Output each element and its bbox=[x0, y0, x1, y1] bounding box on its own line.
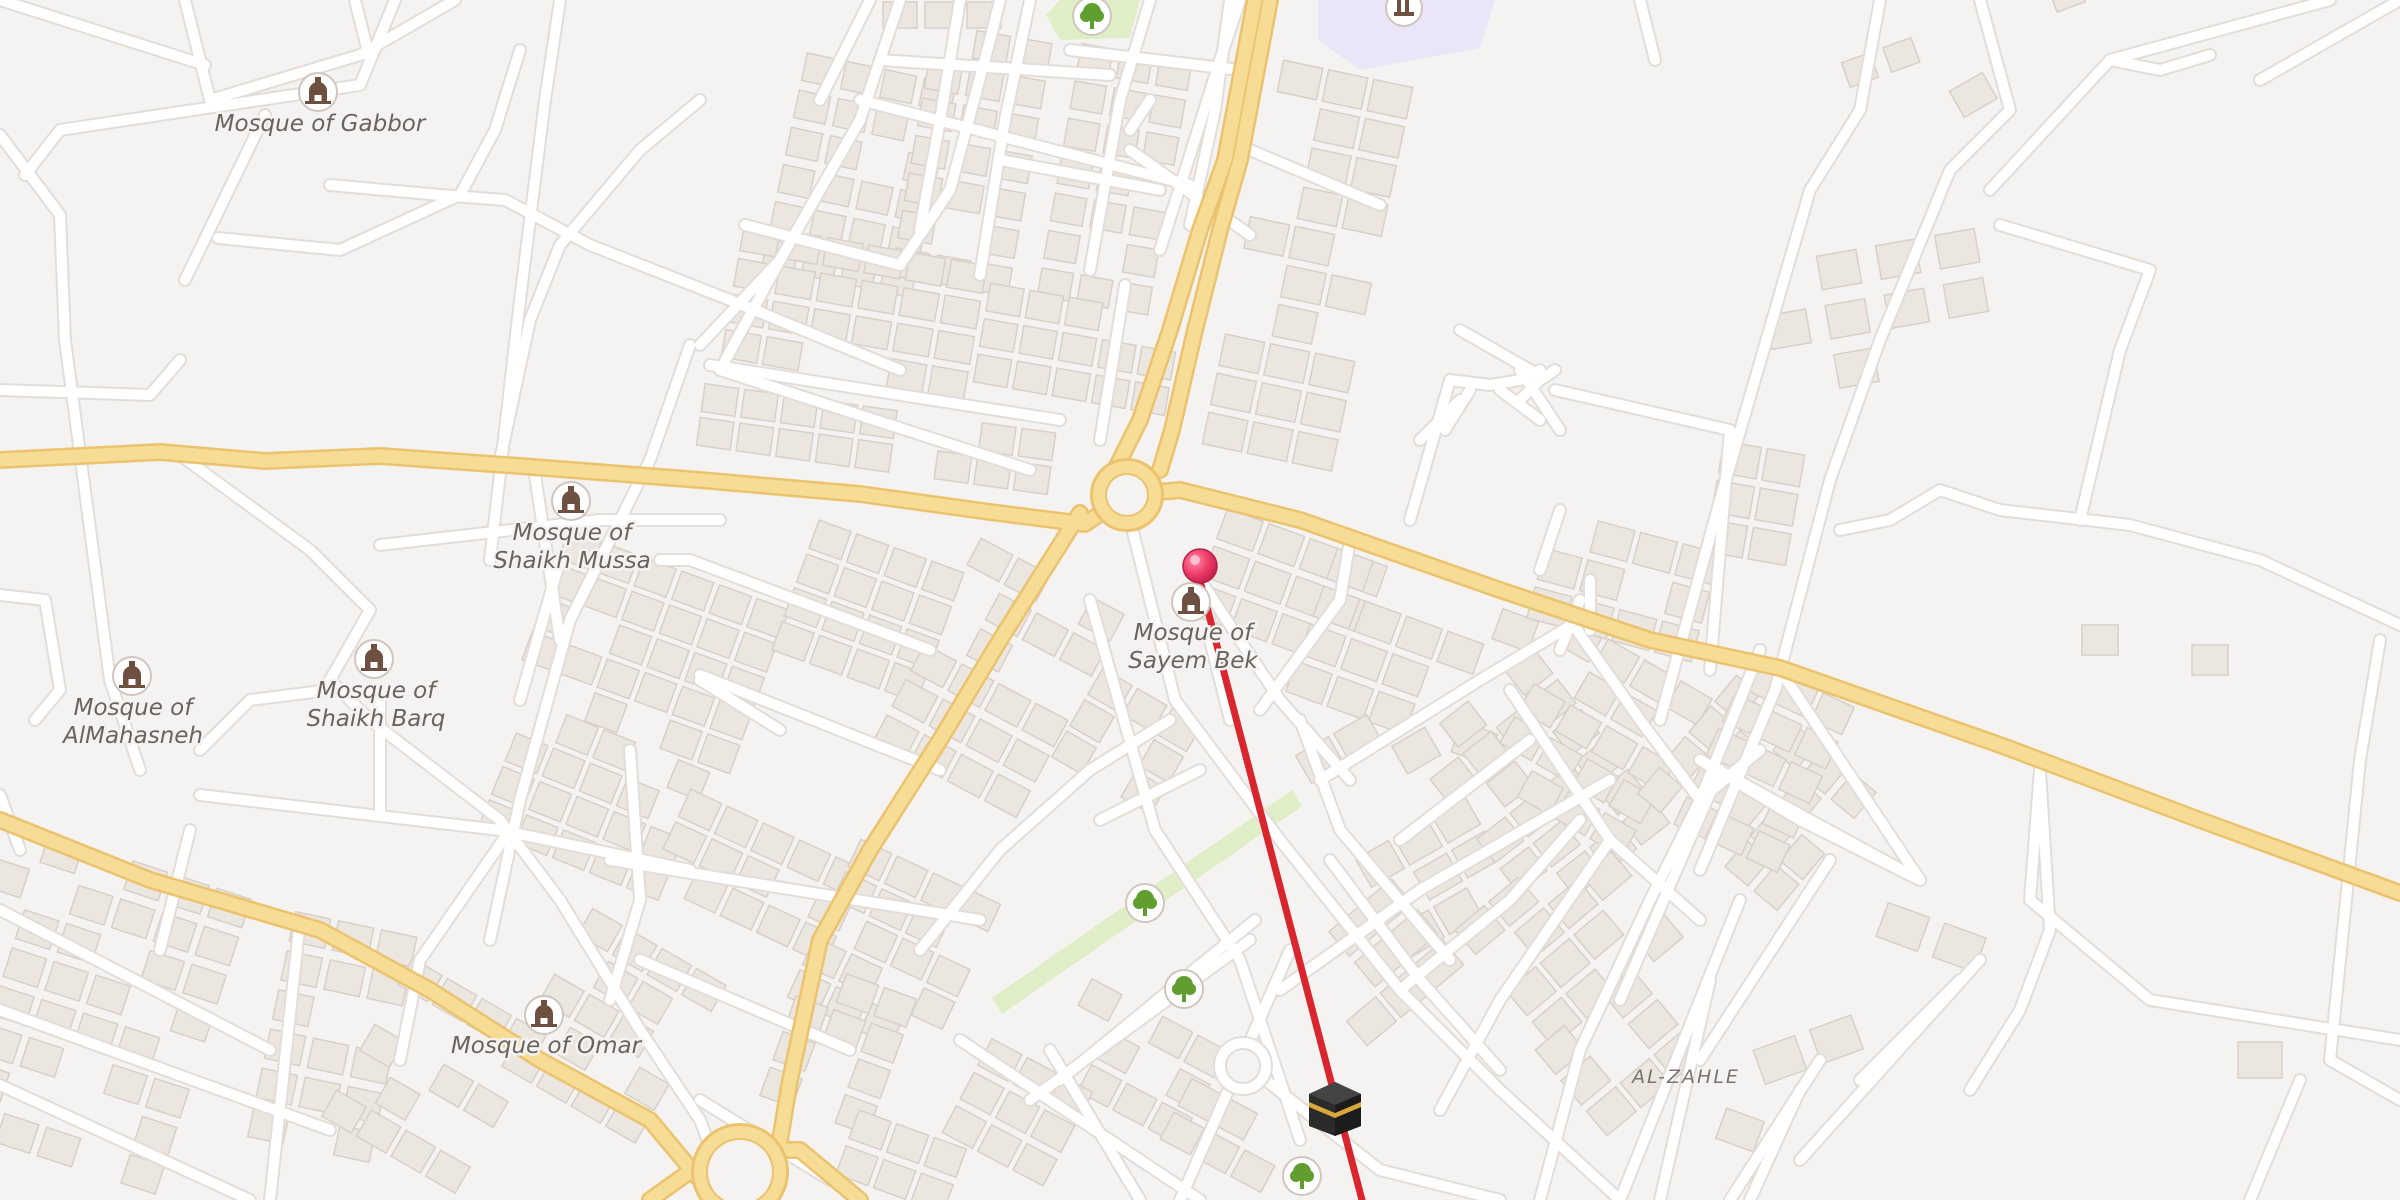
building bbox=[850, 315, 893, 351]
building bbox=[1018, 324, 1059, 361]
building bbox=[814, 433, 854, 468]
poi-label-mosque-of-sayem-bek-line2[interactable]: Sayem Bek bbox=[1126, 646, 1262, 677]
building bbox=[815, 272, 858, 308]
building bbox=[776, 163, 816, 200]
poi-label-mosque-of-almahasneh-line2[interactable]: AlMahasneh bbox=[58, 721, 205, 752]
map-view[interactable]: Mosque of Gabbor Mosque of Shaikh Mussa … bbox=[0, 0, 2400, 1200]
poi-label-mosque-of-omar[interactable]: Mosque of Omar bbox=[448, 1031, 645, 1062]
building bbox=[1042, 229, 1082, 265]
building bbox=[898, 286, 941, 323]
building bbox=[695, 416, 735, 451]
building bbox=[735, 422, 775, 457]
mosque-icon[interactable] bbox=[354, 639, 394, 679]
building bbox=[939, 294, 982, 330]
tree-icon[interactable] bbox=[1072, 0, 1112, 36]
building bbox=[1747, 526, 1792, 567]
building bbox=[1063, 296, 1104, 332]
building bbox=[2191, 644, 2229, 676]
building bbox=[854, 438, 894, 474]
building bbox=[1754, 487, 1799, 527]
poi-label-mosque-of-shaikh-mussa-line2[interactable]: Shaikh Mussa bbox=[491, 546, 653, 577]
mosque-icon[interactable] bbox=[551, 481, 591, 521]
building bbox=[761, 335, 804, 372]
building bbox=[855, 180, 895, 217]
poi-label-mosque-of-shaikh-mussa-line1[interactable]: Mosque of bbox=[510, 518, 637, 549]
building bbox=[972, 353, 1013, 389]
building bbox=[1017, 427, 1057, 462]
building bbox=[700, 382, 740, 418]
building bbox=[1057, 331, 1098, 367]
building bbox=[1815, 248, 1863, 291]
map-canvas[interactable]: Mosque of Gabbor Mosque of Shaikh Mussa … bbox=[0, 0, 2400, 1200]
building bbox=[1062, 117, 1101, 153]
poi-label-mosque-of-gabbor[interactable]: Mosque of Gabbor bbox=[212, 109, 429, 140]
building bbox=[1069, 79, 1108, 115]
building bbox=[1942, 276, 1990, 320]
building bbox=[784, 126, 824, 163]
building bbox=[1011, 360, 1052, 396]
poi-label-mosque-of-shaikh-barq-line2[interactable]: Shaikh Barq bbox=[304, 704, 448, 735]
poi-label-mosque-of-sayem-bek-line1[interactable]: Mosque of bbox=[1131, 618, 1258, 649]
roundabout-center bbox=[1227, 1050, 1259, 1082]
building bbox=[978, 317, 1019, 354]
building bbox=[323, 958, 367, 998]
building bbox=[1824, 297, 1872, 340]
building bbox=[1024, 289, 1065, 325]
location-pin-icon[interactable] bbox=[1182, 548, 1218, 584]
building bbox=[984, 282, 1026, 318]
tree-icon[interactable] bbox=[1282, 1156, 1322, 1196]
mosque-icon[interactable] bbox=[1171, 582, 1211, 622]
building bbox=[1760, 447, 1806, 488]
building bbox=[1933, 227, 1981, 270]
building bbox=[1051, 367, 1092, 403]
building bbox=[306, 1037, 350, 1076]
building bbox=[878, 68, 918, 105]
landmark-icon[interactable] bbox=[1385, 0, 1423, 27]
tree-icon[interactable] bbox=[1164, 969, 1204, 1009]
mosque-icon[interactable] bbox=[298, 72, 338, 112]
building bbox=[933, 329, 976, 366]
building bbox=[2237, 1041, 2283, 1079]
mosque-icon[interactable] bbox=[524, 995, 564, 1035]
roundabout-center bbox=[1107, 475, 1147, 515]
building bbox=[2081, 624, 2119, 656]
mosque-icon[interactable] bbox=[112, 656, 152, 696]
building bbox=[856, 279, 899, 316]
building bbox=[774, 427, 815, 462]
tree-icon[interactable] bbox=[1125, 883, 1165, 923]
district-label-al-zahle: AL-ZAHLE bbox=[1630, 1066, 1740, 1088]
building bbox=[1049, 192, 1088, 228]
poi-label-mosque-of-shaikh-barq-line1[interactable]: Mosque of bbox=[314, 676, 441, 707]
building bbox=[891, 322, 934, 358]
poi-label-mosque-of-almahasneh-line1[interactable]: Mosque of bbox=[71, 693, 198, 724]
